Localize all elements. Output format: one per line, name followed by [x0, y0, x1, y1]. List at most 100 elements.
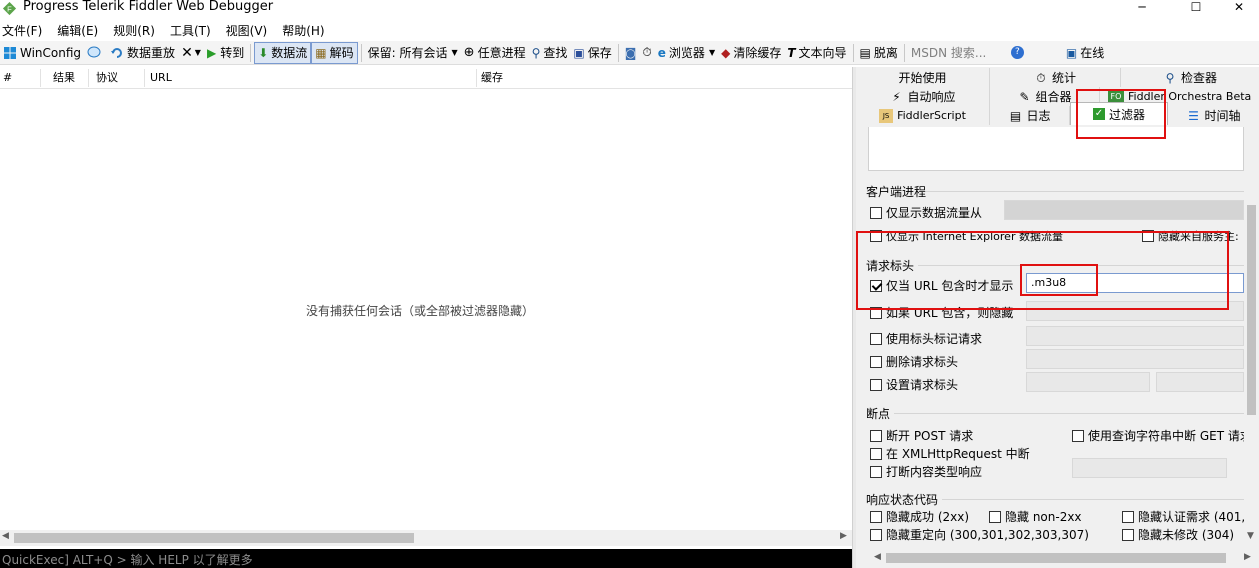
set-header-checkbox[interactable]: 设置请求标头: [870, 376, 958, 393]
column-url[interactable]: URL: [150, 71, 172, 85]
session-horizontal-scrollbar[interactable]: ◀ ▶: [0, 530, 852, 546]
remove-button[interactable]: ✕ ▼: [178, 42, 204, 64]
menu-edit[interactable]: 编辑(E): [57, 22, 98, 39]
scroll-left-icon[interactable]: ◀: [874, 552, 881, 562]
hide-non2xx-checkbox[interactable]: 隐藏 non-2xx: [989, 508, 1082, 525]
clear-cache-button[interactable]: ◆ 清除缓存: [718, 42, 784, 64]
browse-button[interactable]: e 浏览器 ▼: [655, 42, 718, 64]
find-button[interactable]: ⚲ 查找: [529, 42, 571, 64]
tab-label: 自动响应: [907, 90, 956, 104]
column-divider[interactable]: [476, 69, 477, 87]
checkbox[interactable]: [870, 355, 882, 368]
tab-label: FiddlerScript: [897, 109, 966, 122]
group-divider: [894, 413, 1244, 414]
flag-requests-checkbox[interactable]: 使用标头标记请求: [870, 330, 982, 347]
minimize-button[interactable]: ─: [1122, 0, 1162, 14]
column-protocol[interactable]: 协议: [96, 71, 118, 85]
checkbox[interactable]: [989, 510, 1001, 523]
filters-horizontal-scrollbar[interactable]: ◀ ▶: [856, 547, 1259, 568]
help-button[interactable]: ?: [1008, 42, 1027, 64]
break-get-query-checkbox[interactable]: 使用查询字符串中断 GET 请求: [1072, 427, 1244, 444]
stream-button[interactable]: ⬇ 数据流: [254, 41, 312, 64]
quickexec-bar[interactable]: QuickExec] ALT+Q > 输入 HELP 以了解更多: [0, 549, 852, 568]
screenshot-button[interactable]: ◙: [622, 42, 640, 64]
column-divider[interactable]: [144, 69, 145, 87]
tab-inspectors[interactable]: ⚲ 检查器: [1121, 68, 1259, 87]
show-only-from-checkbox[interactable]: 仅显示数据流量从: [870, 204, 982, 221]
scroll-right-icon[interactable]: ▶: [1244, 552, 1251, 562]
replay-button[interactable]: 数据重放: [107, 42, 178, 64]
column-caching[interactable]: 缓存: [481, 71, 503, 85]
winconfig-button[interactable]: WinConfig: [0, 42, 84, 64]
checkbox[interactable]: [870, 510, 882, 523]
column-number[interactable]: #: [3, 71, 12, 85]
tearoff-button[interactable]: ▤ 脱离: [857, 42, 901, 64]
scrollbar-thumb[interactable]: [1247, 205, 1256, 415]
process-select[interactable]: [1004, 200, 1244, 220]
tab-log[interactable]: ▤ 日志: [990, 106, 1070, 125]
goto-button[interactable]: ▶ 转到: [204, 42, 247, 64]
group-divider: [926, 191, 1244, 192]
checkbox[interactable]: [870, 332, 882, 345]
checkbox[interactable]: [870, 465, 882, 478]
close-button[interactable]: ✕: [1219, 0, 1259, 14]
flag-header-input[interactable]: [1026, 326, 1244, 346]
checkbox[interactable]: [1122, 528, 1134, 541]
scrollbar-thumb[interactable]: [886, 553, 1226, 563]
save-button[interactable]: ▣ 保存: [570, 42, 614, 64]
online-button[interactable]: ▣ 在线: [1063, 42, 1107, 64]
menu-help[interactable]: 帮助(H): [282, 22, 324, 39]
quickexec-input[interactable]: QuickExec] ALT+Q > 输入 HELP 以了解更多: [2, 551, 253, 568]
menu-file[interactable]: 文件(F): [2, 22, 42, 39]
break-xhr-checkbox[interactable]: 在 XMLHttpRequest 中断: [870, 445, 1030, 462]
filters-vertical-scrollbar[interactable]: ▼: [1244, 127, 1259, 547]
menu-view[interactable]: 视图(V): [226, 22, 268, 39]
scroll-down-icon[interactable]: ▼: [1247, 531, 1254, 541]
break-post-checkbox[interactable]: 断开 POST 请求: [870, 427, 973, 444]
ie-icon: e: [657, 45, 666, 60]
checkbox[interactable]: [870, 378, 882, 391]
checkbox-label: 隐藏 non-2xx: [1005, 510, 1082, 524]
delete-header-input[interactable]: [1026, 349, 1244, 369]
hide-not-modified-checkbox[interactable]: 隐藏未修改 (304): [1122, 526, 1234, 543]
column-divider[interactable]: [88, 69, 89, 87]
checkbox[interactable]: [1072, 429, 1084, 442]
hide-redirects-checkbox[interactable]: 隐藏重定向 (300,301,302,303,307): [870, 526, 1089, 543]
menu-rules[interactable]: 规则(R): [113, 22, 155, 39]
hide-success-checkbox[interactable]: 隐藏成功 (2xx): [870, 508, 969, 525]
scroll-left-icon[interactable]: ◀: [2, 531, 9, 541]
column-result[interactable]: 结果: [53, 71, 75, 85]
decode-button[interactable]: ▦ 解码: [311, 41, 358, 64]
tab-autoresponder[interactable]: ⚡ 自动响应: [856, 87, 990, 106]
tab-timeline[interactable]: ☰ 时间轴: [1168, 106, 1259, 125]
checkbox[interactable]: [870, 429, 882, 442]
any-process-button[interactable]: ⊕ 任意进程: [461, 42, 529, 64]
set-header-name-input[interactable]: [1026, 372, 1150, 392]
break-content-type-checkbox[interactable]: 打断内容类型响应: [870, 463, 982, 480]
tab-statistics[interactable]: ⏱ 统计: [990, 68, 1121, 87]
comment-button[interactable]: [84, 42, 107, 64]
content-type-input[interactable]: [1072, 458, 1227, 478]
checkbox[interactable]: [870, 528, 882, 541]
menu-tools[interactable]: 工具(T): [170, 22, 211, 39]
breakpoints-title: 断点: [866, 407, 891, 421]
maximize-button[interactable]: ☐: [1176, 0, 1216, 14]
timer-button[interactable]: ⏱: [639, 42, 654, 64]
hide-auth-checkbox[interactable]: 隐藏认证需求 (401,4: [1122, 508, 1244, 525]
checkbox[interactable]: [870, 206, 882, 219]
comment-icon: [87, 46, 101, 57]
set-header-value-input[interactable]: [1156, 372, 1244, 392]
scroll-right-icon[interactable]: ▶: [840, 531, 847, 541]
checkbox[interactable]: [870, 447, 882, 460]
script-icon: JS: [879, 108, 894, 123]
msdn-search-input[interactable]: MSDN 搜索...: [908, 42, 1008, 64]
keep-sessions-dropdown[interactable]: 保留: 所有会话 ▼: [365, 42, 461, 64]
scrollbar-thumb[interactable]: [14, 533, 414, 543]
hosts-textarea[interactable]: [868, 127, 1244, 171]
column-divider[interactable]: [40, 69, 41, 87]
text-wizard-button[interactable]: T 文本向导: [784, 42, 849, 64]
tab-get-started[interactable]: 开始使用: [856, 68, 990, 87]
delete-header-checkbox[interactable]: 删除请求标头: [870, 353, 958, 370]
tab-fiddlerscript[interactable]: JS FiddlerScript: [856, 106, 990, 125]
checkbox[interactable]: [1122, 510, 1134, 523]
